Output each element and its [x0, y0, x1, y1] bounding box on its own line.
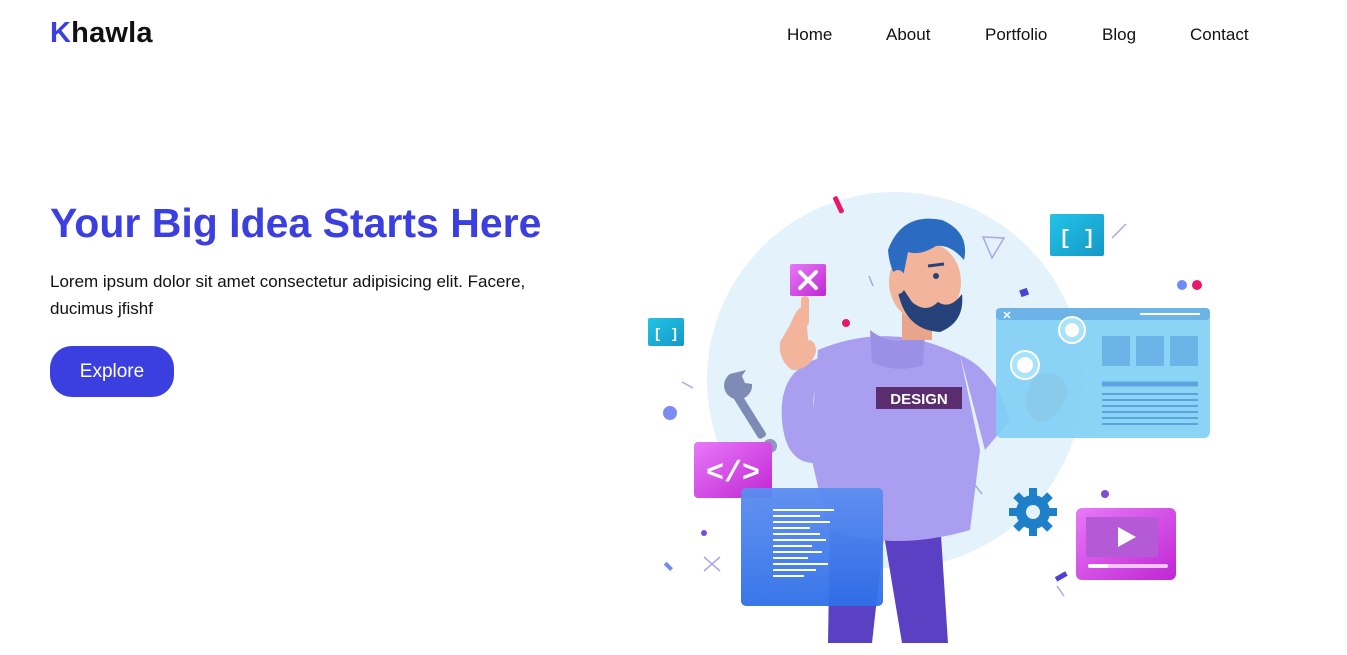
- confetti-cross: [703, 556, 721, 572]
- code-document: [741, 488, 883, 606]
- confetti-mark: [663, 561, 673, 571]
- browser-window: [996, 308, 1210, 438]
- main-nav: Home About Portfolio Blog Contact: [0, 25, 1347, 45]
- bracket-tag-large: [ ]: [1050, 214, 1104, 256]
- gear-icon: [1009, 488, 1057, 536]
- nav-item-blog[interactable]: Blog: [1102, 25, 1136, 45]
- eye: [933, 273, 939, 279]
- nav-item-about[interactable]: About: [886, 25, 930, 45]
- hero-illustration: [ ] [ ] DESIGN </>: [640, 190, 1230, 643]
- confetti-dot: [1101, 490, 1109, 498]
- video-player-icon: [1076, 508, 1176, 580]
- confetti-dot: [1192, 280, 1202, 290]
- confetti-dot: [663, 406, 677, 420]
- confetti-mark: [681, 381, 694, 389]
- bracket-tag-small: [ ]: [648, 318, 684, 346]
- designer-illustration: [ ] [ ] DESIGN </>: [648, 192, 1210, 643]
- confetti-mark: [1111, 223, 1127, 239]
- shirt-text: DESIGN: [890, 391, 948, 408]
- confetti-mark: [1054, 571, 1068, 582]
- confetti-mark: [1056, 585, 1065, 597]
- hero-title: Your Big Idea Starts Here: [50, 200, 542, 246]
- eyebrow: [927, 262, 945, 268]
- confetti-dot: [701, 530, 707, 536]
- svg-text:[ ]: [ ]: [653, 327, 678, 343]
- nav-item-home[interactable]: Home: [787, 25, 832, 45]
- svg-text:[ ]: [ ]: [1059, 228, 1095, 251]
- ear: [890, 270, 906, 294]
- nav-item-contact[interactable]: Contact: [1190, 25, 1249, 45]
- explore-button[interactable]: Explore: [50, 346, 174, 397]
- svg-text:</>: </>: [706, 457, 760, 491]
- nav-item-portfolio[interactable]: Portfolio: [985, 25, 1047, 45]
- hero-text: Lorem ipsum dolor sit amet consectetur a…: [50, 272, 526, 318]
- close-icon: [790, 264, 826, 296]
- confetti-dot: [842, 319, 850, 327]
- pointing-finger: [801, 296, 809, 326]
- confetti-dot: [1177, 280, 1187, 290]
